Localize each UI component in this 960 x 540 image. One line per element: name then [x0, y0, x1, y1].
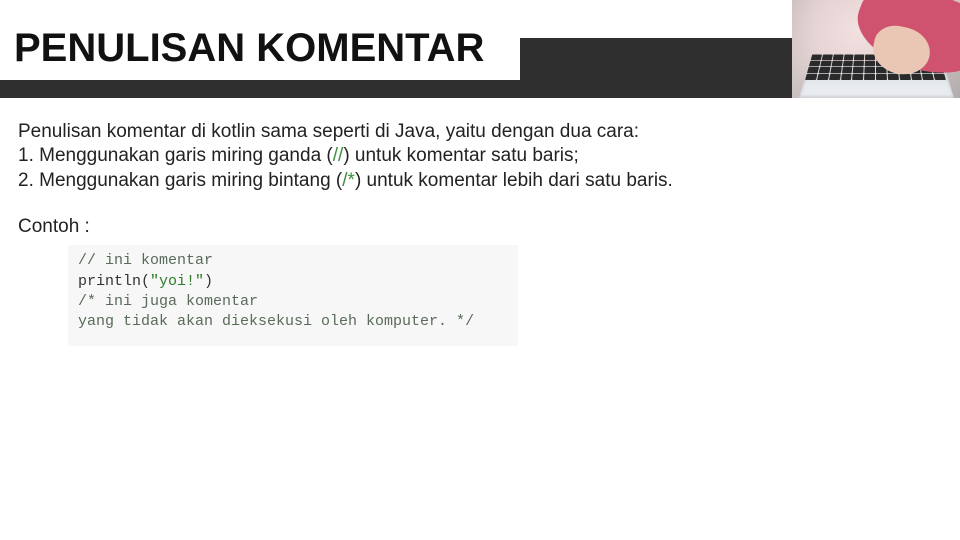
example-label: Contoh : [18, 215, 942, 239]
page-title: PENULISAN KOMENTAR [14, 26, 498, 71]
code-block: // ini komentar println("yoi!") /* ini j… [68, 245, 518, 346]
code-comment-2: /* ini juga komentar [78, 293, 258, 310]
rule1-post: ) untuk komentar satu baris; [343, 145, 579, 166]
rule2-symbol: /* [342, 170, 355, 191]
rule2-pre: 2. Menggunakan garis miring bintang ( [18, 170, 342, 191]
rule-line-1: 1. Menggunakan garis miring ganda (//) u… [18, 144, 942, 168]
code-comment-1: // ini komentar [78, 252, 213, 269]
rule1-symbol: // [333, 145, 344, 166]
rule2-post: ) untuk komentar lebih dari satu baris. [355, 170, 673, 191]
code-comment-3: yang tidak akan dieksekusi oleh komputer… [78, 313, 474, 330]
code-string: "yoi!" [150, 273, 204, 290]
code-paren-close: ) [204, 273, 213, 290]
code-call: println [78, 273, 141, 290]
slide-body: Penulisan komentar di kotlin sama sepert… [18, 120, 942, 346]
intro-line: Penulisan komentar di kotlin sama sepert… [18, 120, 942, 144]
slide-header: PENULISAN KOMENTAR [0, 0, 960, 100]
rule1-pre: 1. Menggunakan garis miring ganda ( [18, 145, 333, 166]
rule-line-2: 2. Menggunakan garis miring bintang (/*)… [18, 169, 942, 193]
header-photo [792, 0, 960, 98]
code-paren-open: ( [141, 273, 150, 290]
